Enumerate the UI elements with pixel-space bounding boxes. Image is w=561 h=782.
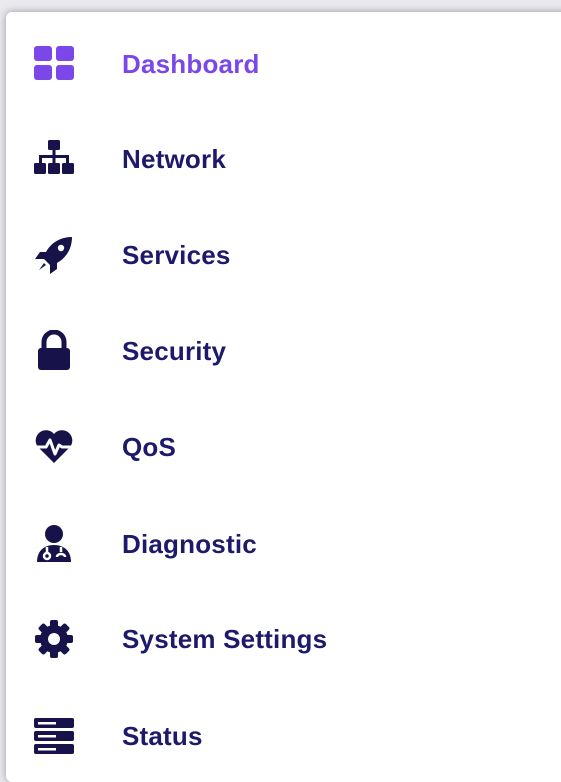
sidebar-item-services[interactable]: Services xyxy=(6,225,561,285)
sidebar-panel: Dashboard Network Services Security QoS … xyxy=(6,12,561,782)
sidebar-item-qos[interactable]: QoS xyxy=(6,417,561,477)
sidebar-item-network[interactable]: Network xyxy=(6,129,561,189)
server-stack-icon xyxy=(34,716,74,756)
sidebar-item-label: Security xyxy=(122,335,227,366)
rocket-icon xyxy=(34,235,74,275)
doctor-stethoscope-icon xyxy=(34,524,74,564)
sidebar-item-status[interactable]: Status xyxy=(6,706,561,766)
sidebar-item-system-settings[interactable]: System Settings xyxy=(6,609,561,669)
sidebar-item-label: QoS xyxy=(122,431,177,462)
sidebar-item-label: Diagnostic xyxy=(122,528,257,559)
network-sitemap-icon xyxy=(34,139,74,179)
gear-icon xyxy=(34,619,74,659)
sidebar-item-label: Status xyxy=(122,720,203,751)
sidebar-item-dashboard[interactable]: Dashboard xyxy=(6,34,561,94)
sidebar-item-label: Services xyxy=(122,239,231,270)
sidebar-item-label: System Settings xyxy=(122,623,328,654)
lock-icon xyxy=(34,330,74,371)
heartbeat-icon xyxy=(34,427,74,467)
sidebar-item-diagnostic[interactable]: Diagnostic xyxy=(6,514,561,574)
sidebar-item-security[interactable]: Security xyxy=(6,321,561,381)
sidebar-item-label: Network xyxy=(122,143,226,174)
dashboard-grid-icon xyxy=(34,44,74,84)
sidebar-item-label: Dashboard xyxy=(122,48,260,79)
